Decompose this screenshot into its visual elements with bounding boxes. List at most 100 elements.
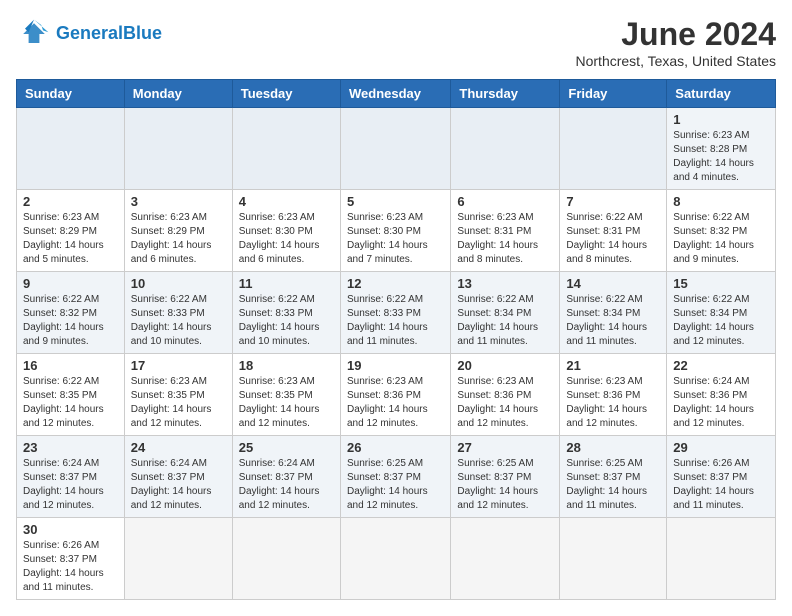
calendar-cell: 6 Sunrise: 6:23 AMSunset: 8:31 PMDaylight… [451, 190, 560, 272]
day-number: 28 [566, 440, 660, 455]
day-info: Sunrise: 6:26 AMSunset: 8:37 PMDaylight:… [673, 457, 769, 513]
day-number: 13 [457, 276, 553, 291]
calendar-cell: 20 Sunrise: 6:23 AMSunset: 8:36 PMDayligh… [451, 354, 560, 436]
calendar-cell: 11Sunrise: 6:22 AMSunset: 8:33 PMDayligh… [232, 272, 340, 354]
day-number: 9 [23, 276, 118, 291]
calendar-header-saturday: Saturday [667, 80, 776, 108]
day-info: Sunrise: 6:24 AMSunset: 8:36 PMDaylight:… [673, 375, 769, 431]
day-number: 17 [131, 358, 226, 373]
day-info: Sunrise: 6:26 AMSunset: 8:37 PMDaylight:… [23, 539, 118, 595]
day-info: Sunrise: 6:23 AMSunset: 8:29 PMDaylight:… [23, 211, 118, 267]
calendar-cell: 15Sunrise: 6:22 AMSunset: 8:34 PMDayligh… [667, 272, 776, 354]
calendar-cell [17, 108, 125, 190]
calendar-cell [451, 108, 560, 190]
day-info: Sunrise: 6:25 AMSunset: 8:37 PMDaylight:… [457, 457, 553, 513]
calendar-header-thursday: Thursday [451, 80, 560, 108]
calendar-cell: 17 Sunrise: 6:23 AMSunset: 8:35 PMDayligh… [124, 354, 232, 436]
calendar-cell: 22 Sunrise: 6:24 AMSunset: 8:36 PMDayligh… [667, 354, 776, 436]
calendar-cell: 16 Sunrise: 6:22 AMSunset: 8:35 PMDayligh… [17, 354, 125, 436]
calendar-cell: 5Sunrise: 6:23 AMSunset: 8:30 PMDaylight… [340, 190, 450, 272]
day-info: Sunrise: 6:23 AMSunset: 8:29 PMDaylight:… [131, 211, 226, 267]
day-number: 22 [673, 358, 769, 373]
calendar-cell [667, 518, 776, 600]
day-number: 18 [239, 358, 334, 373]
day-number: 8 [673, 194, 769, 209]
calendar-week-5: 23 Sunrise: 6:24 AMSunset: 8:37 PMDayligh… [17, 436, 776, 518]
calendar-cell [124, 518, 232, 600]
location: Northcrest, Texas, United States [576, 53, 777, 69]
day-info: Sunrise: 6:25 AMSunset: 8:37 PMDaylight:… [566, 457, 660, 513]
day-info: Sunrise: 6:22 AMSunset: 8:32 PMDaylight:… [673, 211, 769, 267]
calendar-cell [232, 108, 340, 190]
day-number: 25 [239, 440, 334, 455]
day-info: Sunrise: 6:22 AMSunset: 8:31 PMDaylight:… [566, 211, 660, 267]
calendar-cell [232, 518, 340, 600]
day-info: Sunrise: 6:22 AMSunset: 8:34 PMDaylight:… [566, 293, 660, 349]
day-info: Sunrise: 6:23 AMSunset: 8:36 PMDaylight:… [457, 375, 553, 431]
calendar-week-4: 16 Sunrise: 6:22 AMSunset: 8:35 PMDayligh… [17, 354, 776, 436]
day-number: 2 [23, 194, 118, 209]
logo-text: GeneralBlue [56, 24, 162, 44]
calendar-cell [124, 108, 232, 190]
day-number: 10 [131, 276, 226, 291]
day-number: 12 [347, 276, 444, 291]
day-number: 21 [566, 358, 660, 373]
calendar-cell [451, 518, 560, 600]
calendar-cell: 29Sunrise: 6:26 AMSunset: 8:37 PMDayligh… [667, 436, 776, 518]
day-number: 24 [131, 440, 226, 455]
calendar-cell: 3Sunrise: 6:23 AMSunset: 8:29 PMDaylight… [124, 190, 232, 272]
day-info: Sunrise: 6:23 AMSunset: 8:35 PMDaylight:… [131, 375, 226, 431]
calendar-cell [340, 518, 450, 600]
calendar-cell: 8 Sunrise: 6:22 AMSunset: 8:32 PMDaylight… [667, 190, 776, 272]
day-number: 26 [347, 440, 444, 455]
day-number: 15 [673, 276, 769, 291]
day-info: Sunrise: 6:22 AMSunset: 8:35 PMDaylight:… [23, 375, 118, 431]
logo-blue: Blue [123, 23, 162, 43]
calendar-cell: 27 Sunrise: 6:25 AMSunset: 8:37 PMDayligh… [451, 436, 560, 518]
day-number: 23 [23, 440, 118, 455]
day-info: Sunrise: 6:23 AMSunset: 8:31 PMDaylight:… [457, 211, 553, 267]
calendar-week-3: 9 Sunrise: 6:22 AMSunset: 8:32 PMDaylight… [17, 272, 776, 354]
calendar-cell: 18 Sunrise: 6:23 AMSunset: 8:35 PMDayligh… [232, 354, 340, 436]
day-number: 14 [566, 276, 660, 291]
day-number: 27 [457, 440, 553, 455]
calendar-cell: 21 Sunrise: 6:23 AMSunset: 8:36 PMDayligh… [560, 354, 667, 436]
calendar-cell: 30 Sunrise: 6:26 AMSunset: 8:37 PMDayligh… [17, 518, 125, 600]
calendar-cell: 12 Sunrise: 6:22 AMSunset: 8:33 PMDayligh… [340, 272, 450, 354]
day-number: 6 [457, 194, 553, 209]
calendar-cell: 7Sunrise: 6:22 AMSunset: 8:31 PMDaylight… [560, 190, 667, 272]
calendar-week-6: 30 Sunrise: 6:26 AMSunset: 8:37 PMDayligh… [17, 518, 776, 600]
day-info: Sunrise: 6:23 AMSunset: 8:36 PMDaylight:… [347, 375, 444, 431]
day-info: Sunrise: 6:22 AMSunset: 8:34 PMDaylight:… [457, 293, 553, 349]
calendar-week-1: 1Sunrise: 6:23 AMSunset: 8:28 PMDaylight… [17, 108, 776, 190]
day-number: 20 [457, 358, 553, 373]
day-info: Sunrise: 6:22 AMSunset: 8:33 PMDaylight:… [347, 293, 444, 349]
calendar-cell: 25 Sunrise: 6:24 AMSunset: 8:37 PMDayligh… [232, 436, 340, 518]
calendar-header-sunday: Sunday [17, 80, 125, 108]
day-number: 19 [347, 358, 444, 373]
day-info: Sunrise: 6:23 AMSunset: 8:36 PMDaylight:… [566, 375, 660, 431]
calendar-table: SundayMondayTuesdayWednesdayThursdayFrid… [16, 79, 776, 600]
day-info: Sunrise: 6:22 AMSunset: 8:32 PMDaylight:… [23, 293, 118, 349]
day-info: Sunrise: 6:23 AMSunset: 8:30 PMDaylight:… [239, 211, 334, 267]
day-info: Sunrise: 6:24 AMSunset: 8:37 PMDaylight:… [23, 457, 118, 513]
day-info: Sunrise: 6:22 AMSunset: 8:33 PMDaylight:… [131, 293, 226, 349]
calendar-cell [340, 108, 450, 190]
calendar-cell: 23 Sunrise: 6:24 AMSunset: 8:37 PMDayligh… [17, 436, 125, 518]
day-number: 1 [673, 112, 769, 127]
calendar-header-tuesday: Tuesday [232, 80, 340, 108]
day-number: 16 [23, 358, 118, 373]
calendar-cell: 1Sunrise: 6:23 AMSunset: 8:28 PMDaylight… [667, 108, 776, 190]
title-block: June 2024 Northcrest, Texas, United Stat… [576, 16, 777, 69]
day-number: 5 [347, 194, 444, 209]
day-info: Sunrise: 6:24 AMSunset: 8:37 PMDaylight:… [239, 457, 334, 513]
logo: GeneralBlue [16, 16, 162, 52]
calendar-cell: 28 Sunrise: 6:25 AMSunset: 8:37 PMDayligh… [560, 436, 667, 518]
day-number: 30 [23, 522, 118, 537]
day-info: Sunrise: 6:23 AMSunset: 8:35 PMDaylight:… [239, 375, 334, 431]
logo-icon [16, 16, 52, 52]
day-number: 4 [239, 194, 334, 209]
calendar-cell [560, 108, 667, 190]
day-info: Sunrise: 6:25 AMSunset: 8:37 PMDaylight:… [347, 457, 444, 513]
day-info: Sunrise: 6:22 AMSunset: 8:33 PMDaylight:… [239, 293, 334, 349]
